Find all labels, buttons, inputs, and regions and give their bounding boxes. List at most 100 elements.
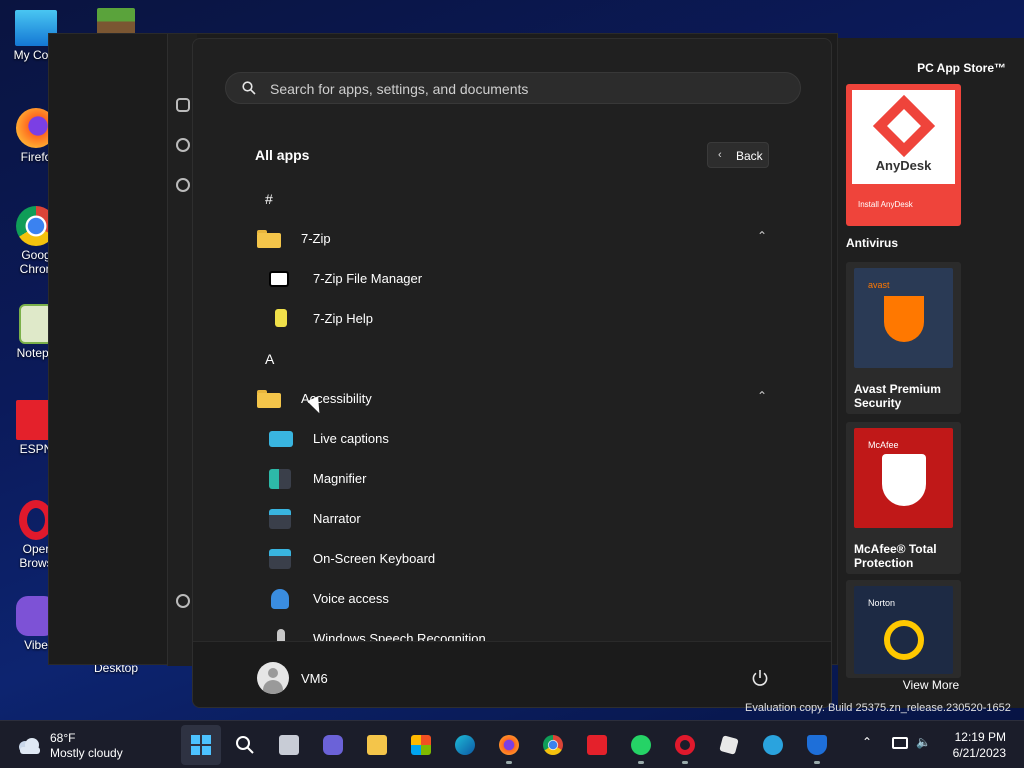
- live-captions-icon: [269, 431, 293, 447]
- taskbar: 68°F Mostly cloudy ⌃ 🔈 12:19 PM 6/21/202…: [0, 720, 1024, 768]
- firefox-icon: [499, 735, 519, 755]
- app-7zip-help[interactable]: 7-Zip Help: [193, 299, 831, 339]
- task-view-icon: [279, 735, 299, 755]
- defender-icon: [807, 735, 827, 755]
- volume-icon[interactable]: 🔈: [916, 735, 931, 749]
- letter-label: #: [265, 191, 273, 207]
- app-label: 7-Zip File Manager: [313, 271, 423, 286]
- keyboard-icon: [269, 549, 291, 569]
- teams-button[interactable]: [313, 725, 353, 765]
- file-explorer-button[interactable]: [357, 725, 397, 765]
- task-view-button[interactable]: [269, 725, 309, 765]
- chrome-icon: [543, 735, 563, 755]
- edge-button[interactable]: [445, 725, 485, 765]
- app-label: Windows Speech Recognition: [313, 631, 486, 641]
- search-input[interactable]: Search for apps, settings, and documents: [225, 72, 801, 104]
- folder-accessibility[interactable]: Accessibility ⌃: [193, 379, 831, 419]
- defender-button[interactable]: [797, 725, 837, 765]
- norton-card[interactable]: Norton: [846, 580, 961, 678]
- avast-card[interactable]: avast Avast Premium Security: [846, 262, 961, 414]
- anydesk-card[interactable]: AnyDesk Install AnyDesk: [846, 84, 961, 226]
- 7zip-icon: [269, 271, 289, 287]
- power-icon[interactable]: [750, 668, 770, 688]
- evaluation-watermark: Evaluation copy. Build 25375.zn_release.…: [745, 702, 1011, 714]
- letter-label: A: [265, 351, 275, 367]
- start-icon: [191, 735, 211, 755]
- roblox-button[interactable]: [709, 725, 749, 765]
- espn-button[interactable]: [577, 725, 617, 765]
- telegram-button[interactable]: [753, 725, 793, 765]
- search-icon: [236, 736, 254, 754]
- app-store-panel: PC App Store™ AnyDesk Install AnyDesk An…: [838, 38, 1024, 708]
- search-icon: [242, 81, 256, 95]
- chrome-button[interactable]: [533, 725, 573, 765]
- firefox-button[interactable]: [489, 725, 529, 765]
- vendor-label: Norton: [868, 598, 896, 608]
- app-on-screen-keyboard[interactable]: On-Screen Keyboard: [193, 539, 831, 579]
- anydesk-name: AnyDesk: [875, 158, 932, 173]
- folder-icon: [257, 390, 281, 408]
- start-button[interactable]: [181, 725, 221, 765]
- app-label: Voice access: [313, 591, 389, 606]
- vendor-label: McAfee: [868, 440, 899, 450]
- file-explorer-icon: [367, 735, 387, 755]
- folder-7zip[interactable]: 7-Zip ⌃: [193, 219, 831, 259]
- list-letter-header[interactable]: A: [193, 339, 831, 379]
- running-indicator: [638, 761, 644, 764]
- app-magnifier[interactable]: Magnifier: [193, 459, 831, 499]
- back-button-label: Back: [736, 149, 763, 163]
- avatar[interactable]: [257, 662, 289, 694]
- start-user-bar: VM6: [193, 641, 831, 707]
- whatsapp-button[interactable]: [621, 725, 661, 765]
- weather-temp: 68°F: [50, 731, 76, 745]
- whatsapp-icon: [631, 735, 651, 755]
- network-icon[interactable]: [892, 737, 908, 749]
- edge-icon: [455, 735, 475, 755]
- view-more-link[interactable]: View More: [838, 678, 1024, 692]
- microphone-icon: [277, 629, 285, 641]
- app-narrator[interactable]: Narrator: [193, 499, 831, 539]
- chat-icon[interactable]: [176, 98, 190, 112]
- app-label: On-Screen Keyboard: [313, 551, 436, 566]
- app-windows-speech-recognition[interactable]: Windows Speech Recognition: [193, 619, 831, 641]
- app-7zip-file-manager[interactable]: 7-Zip File Manager: [193, 259, 831, 299]
- clock[interactable]: 12:19 PM 6/21/2023: [953, 729, 1006, 761]
- weather-widget[interactable]: 68°F Mostly cloudy: [16, 729, 156, 761]
- section-title: Antivirus: [846, 236, 899, 250]
- chevron-up-icon[interactable]: ⌃: [862, 735, 872, 749]
- folder-label: 7-Zip: [301, 231, 331, 246]
- store-button[interactable]: [401, 725, 441, 765]
- store-icon: [411, 735, 431, 755]
- all-apps-list: # 7-Zip ⌃ 7-Zip File Manager 7-Zip Help …: [193, 179, 831, 641]
- app-label: Magnifier: [313, 471, 367, 486]
- back-button[interactable]: ‹ Back: [707, 142, 769, 168]
- magnifier-icon: [269, 469, 291, 489]
- avast-logo-icon: [884, 296, 924, 342]
- app-label: 7-Zip Help: [313, 311, 373, 326]
- anydesk-tile: AnyDesk: [852, 90, 955, 184]
- all-apps-heading: All apps: [255, 147, 310, 163]
- norton-logo-icon: [884, 620, 924, 660]
- narrator-icon: [269, 509, 291, 529]
- teams-icon: [323, 735, 343, 755]
- anydesk-caption: Install AnyDesk: [858, 200, 913, 209]
- app-label: Narrator: [313, 511, 361, 526]
- mcafee-logo-icon: [882, 454, 926, 506]
- chevron-left-icon: ‹: [718, 149, 722, 161]
- running-indicator: [682, 761, 688, 764]
- card-title: McAfee® Total Protection: [854, 542, 937, 570]
- taskbar-search-button[interactable]: [225, 725, 265, 765]
- channels-icon[interactable]: [176, 178, 190, 192]
- status-icon[interactable]: [176, 138, 190, 152]
- start-menu: Search for apps, settings, and documents…: [192, 38, 832, 708]
- list-letter-header[interactable]: #: [193, 179, 831, 219]
- clock-time: 12:19 PM: [954, 730, 1006, 744]
- voice-access-icon: [271, 589, 289, 609]
- cloud-icon: [19, 738, 40, 754]
- app-voice-access[interactable]: Voice access: [193, 579, 831, 619]
- opera-button[interactable]: [665, 725, 705, 765]
- user-name[interactable]: VM6: [301, 671, 328, 686]
- settings-icon[interactable]: [176, 594, 190, 608]
- app-live-captions[interactable]: Live captions: [193, 419, 831, 459]
- mcafee-card[interactable]: McAfee McAfee® Total Protection: [846, 422, 961, 574]
